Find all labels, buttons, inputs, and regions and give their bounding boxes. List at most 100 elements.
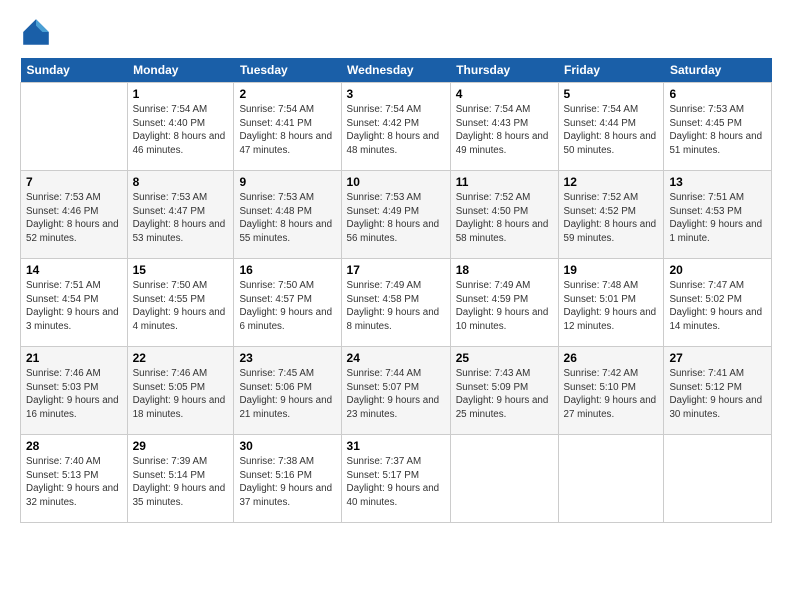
day-number: 31 [347, 439, 445, 453]
day-info: Sunrise: 7:42 AMSunset: 5:10 PMDaylight:… [564, 367, 659, 422]
calendar-cell [21, 83, 128, 171]
day-number: 15 [133, 263, 229, 277]
calendar-cell [664, 435, 772, 523]
calendar-cell: 11 Sunrise: 7:52 AMSunset: 4:50 PMDayligh… [450, 171, 558, 259]
calendar-cell: 14 Sunrise: 7:51 AMSunset: 4:54 PMDayligh… [21, 259, 128, 347]
day-info: Sunrise: 7:53 AMSunset: 4:46 PMDaylight:… [26, 191, 122, 246]
day-number: 27 [669, 351, 766, 365]
day-info: Sunrise: 7:49 AMSunset: 4:58 PMDaylight:… [347, 279, 445, 334]
day-number: 16 [239, 263, 335, 277]
day-number: 12 [564, 175, 659, 189]
calendar-week-row: 28 Sunrise: 7:40 AMSunset: 5:13 PMDayligh… [21, 435, 772, 523]
day-info: Sunrise: 7:51 AMSunset: 4:54 PMDaylight:… [26, 279, 122, 334]
calendar-cell: 25 Sunrise: 7:43 AMSunset: 5:09 PMDayligh… [450, 347, 558, 435]
day-info: Sunrise: 7:41 AMSunset: 5:12 PMDaylight:… [669, 367, 766, 422]
calendar-table: SundayMondayTuesdayWednesdayThursdayFrid… [20, 58, 772, 523]
calendar-cell: 9 Sunrise: 7:53 AMSunset: 4:48 PMDaylight… [234, 171, 341, 259]
day-number: 28 [26, 439, 122, 453]
day-number: 25 [456, 351, 553, 365]
day-number: 30 [239, 439, 335, 453]
day-number: 1 [133, 87, 229, 101]
day-info: Sunrise: 7:53 AMSunset: 4:47 PMDaylight:… [133, 191, 229, 246]
day-info: Sunrise: 7:49 AMSunset: 4:59 PMDaylight:… [456, 279, 553, 334]
day-number: 17 [347, 263, 445, 277]
calendar-cell: 24Sunrise: 7:44 AMSunset: 5:07 PMDayligh… [341, 347, 450, 435]
day-info: Sunrise: 7:52 AMSunset: 4:50 PMDaylight:… [456, 191, 553, 246]
day-number: 18 [456, 263, 553, 277]
day-number: 23 [239, 351, 335, 365]
calendar-cell: 31 Sunrise: 7:37 AMSunset: 5:17 PMDayligh… [341, 435, 450, 523]
day-info: Sunrise: 7:54 AMSunset: 4:41 PMDaylight:… [239, 103, 335, 158]
day-info: Sunrise: 7:50 AMSunset: 4:55 PMDaylight:… [133, 279, 229, 334]
day-number: 11 [456, 175, 553, 189]
calendar-cell: 8 Sunrise: 7:53 AMSunset: 4:47 PMDaylight… [127, 171, 234, 259]
logo [20, 16, 56, 48]
weekday-header-thursday: Thursday [450, 58, 558, 83]
calendar-week-row: 7 Sunrise: 7:53 AMSunset: 4:46 PMDaylight… [21, 171, 772, 259]
calendar-cell: 16 Sunrise: 7:50 AMSunset: 4:57 PMDayligh… [234, 259, 341, 347]
day-info: Sunrise: 7:40 AMSunset: 5:13 PMDaylight:… [26, 455, 122, 510]
calendar-cell: 10 Sunrise: 7:53 AMSunset: 4:49 PMDayligh… [341, 171, 450, 259]
page: SundayMondayTuesdayWednesdayThursdayFrid… [0, 0, 792, 612]
weekday-header-tuesday: Tuesday [234, 58, 341, 83]
day-info: Sunrise: 7:53 AMSunset: 4:48 PMDaylight:… [239, 191, 335, 246]
weekday-header-monday: Monday [127, 58, 234, 83]
day-info: Sunrise: 7:48 AMSunset: 5:01 PMDaylight:… [564, 279, 659, 334]
day-number: 3 [347, 87, 445, 101]
calendar-cell: 12 Sunrise: 7:52 AMSunset: 4:52 PMDayligh… [558, 171, 664, 259]
day-info: Sunrise: 7:37 AMSunset: 5:17 PMDaylight:… [347, 455, 445, 510]
day-info: Sunrise: 7:54 AMSunset: 4:40 PMDaylight:… [133, 103, 229, 158]
day-number: 26 [564, 351, 659, 365]
day-info: Sunrise: 7:45 AMSunset: 5:06 PMDaylight:… [239, 367, 335, 422]
calendar-cell: 3 Sunrise: 7:54 AMSunset: 4:42 PMDaylight… [341, 83, 450, 171]
calendar-cell: 1 Sunrise: 7:54 AMSunset: 4:40 PMDaylight… [127, 83, 234, 171]
calendar-cell: 26 Sunrise: 7:42 AMSunset: 5:10 PMDayligh… [558, 347, 664, 435]
day-number: 13 [669, 175, 766, 189]
calendar-cell: 15 Sunrise: 7:50 AMSunset: 4:55 PMDayligh… [127, 259, 234, 347]
calendar-cell [558, 435, 664, 523]
day-number: 22 [133, 351, 229, 365]
day-info: Sunrise: 7:46 AMSunset: 5:03 PMDaylight:… [26, 367, 122, 422]
calendar-cell: 4Sunrise: 7:54 AMSunset: 4:43 PMDaylight… [450, 83, 558, 171]
day-number: 19 [564, 263, 659, 277]
calendar-cell: 5 Sunrise: 7:54 AMSunset: 4:44 PMDaylight… [558, 83, 664, 171]
day-number: 21 [26, 351, 122, 365]
day-info: Sunrise: 7:50 AMSunset: 4:57 PMDaylight:… [239, 279, 335, 334]
day-number: 29 [133, 439, 229, 453]
day-info: Sunrise: 7:43 AMSunset: 5:09 PMDaylight:… [456, 367, 553, 422]
day-info: Sunrise: 7:54 AMSunset: 4:43 PMDaylight:… [456, 103, 553, 158]
weekday-header-sunday: Sunday [21, 58, 128, 83]
day-number: 9 [239, 175, 335, 189]
calendar-cell [450, 435, 558, 523]
calendar-cell: 22 Sunrise: 7:46 AMSunset: 5:05 PMDayligh… [127, 347, 234, 435]
calendar-cell: 17 Sunrise: 7:49 AMSunset: 4:58 PMDayligh… [341, 259, 450, 347]
calendar-cell: 7 Sunrise: 7:53 AMSunset: 4:46 PMDaylight… [21, 171, 128, 259]
day-number: 20 [669, 263, 766, 277]
day-number: 7 [26, 175, 122, 189]
day-info: Sunrise: 7:53 AMSunset: 4:45 PMDaylight:… [669, 103, 766, 158]
calendar-cell: 27 Sunrise: 7:41 AMSunset: 5:12 PMDayligh… [664, 347, 772, 435]
day-info: Sunrise: 7:39 AMSunset: 5:14 PMDaylight:… [133, 455, 229, 510]
weekday-header-friday: Friday [558, 58, 664, 83]
day-info: Sunrise: 7:46 AMSunset: 5:05 PMDaylight:… [133, 367, 229, 422]
calendar-week-row: 1 Sunrise: 7:54 AMSunset: 4:40 PMDaylight… [21, 83, 772, 171]
calendar-cell: 30 Sunrise: 7:38 AMSunset: 5:16 PMDayligh… [234, 435, 341, 523]
day-info: Sunrise: 7:47 AMSunset: 5:02 PMDaylight:… [669, 279, 766, 334]
day-number: 5 [564, 87, 659, 101]
calendar-cell: 6Sunrise: 7:53 AMSunset: 4:45 PMDaylight… [664, 83, 772, 171]
day-number: 14 [26, 263, 122, 277]
calendar-cell: 28 Sunrise: 7:40 AMSunset: 5:13 PMDayligh… [21, 435, 128, 523]
calendar-week-row: 21 Sunrise: 7:46 AMSunset: 5:03 PMDayligh… [21, 347, 772, 435]
day-info: Sunrise: 7:54 AMSunset: 4:42 PMDaylight:… [347, 103, 445, 158]
day-info: Sunrise: 7:44 AMSunset: 5:07 PMDaylight:… [347, 367, 445, 422]
calendar-cell: 20 Sunrise: 7:47 AMSunset: 5:02 PMDayligh… [664, 259, 772, 347]
day-info: Sunrise: 7:52 AMSunset: 4:52 PMDaylight:… [564, 191, 659, 246]
day-info: Sunrise: 7:38 AMSunset: 5:16 PMDaylight:… [239, 455, 335, 510]
calendar-cell: 23 Sunrise: 7:45 AMSunset: 5:06 PMDayligh… [234, 347, 341, 435]
day-info: Sunrise: 7:54 AMSunset: 4:44 PMDaylight:… [564, 103, 659, 158]
day-info: Sunrise: 7:53 AMSunset: 4:49 PMDaylight:… [347, 191, 445, 246]
day-number: 8 [133, 175, 229, 189]
day-number: 10 [347, 175, 445, 189]
calendar-cell: 29 Sunrise: 7:39 AMSunset: 5:14 PMDayligh… [127, 435, 234, 523]
calendar-week-row: 14 Sunrise: 7:51 AMSunset: 4:54 PMDayligh… [21, 259, 772, 347]
